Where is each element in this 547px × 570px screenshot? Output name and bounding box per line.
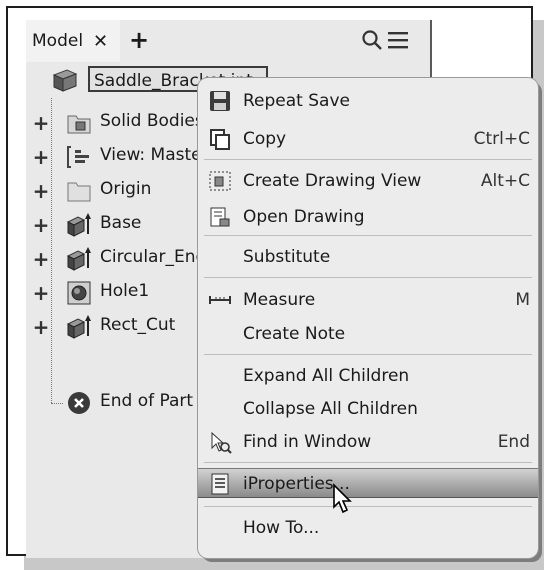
- add-tab-icon[interactable]: +: [129, 26, 149, 54]
- menu-separator: [204, 277, 532, 278]
- menu-separator: [204, 506, 532, 507]
- tree-item-label: Circular_End: [100, 247, 207, 267]
- browser-header: Model ✕ +: [26, 20, 430, 62]
- tree-item-label: Origin: [100, 179, 152, 199]
- menu-item-create-note[interactable]: Create Note: [198, 319, 538, 349]
- tab-model-label: Model: [32, 31, 84, 51]
- menu-item-find-in-window[interactable]: Find in Window End: [198, 427, 538, 457]
- expand-icon[interactable]: +: [32, 281, 50, 305]
- end-of-part-icon: [68, 392, 90, 414]
- screenshot-frame: Model ✕ + Saddle_Bracket.ipt + Solid Bod…: [6, 6, 538, 558]
- save-icon: [210, 91, 230, 111]
- expand-icon[interactable]: +: [32, 315, 50, 339]
- menu-item-label: Expand All Children: [243, 366, 410, 386]
- extrusion-icon: [66, 247, 91, 271]
- menu-item-shortcut: M: [515, 290, 530, 310]
- menu-item-label: Open Drawing: [243, 207, 365, 227]
- copy-icon: [210, 129, 230, 150]
- extrusion-icon: [66, 213, 91, 237]
- menu-item-shortcut: Alt+C: [480, 171, 530, 191]
- menu-separator: [204, 235, 532, 236]
- menu-item-label: Collapse All Children: [243, 399, 418, 419]
- tree-item-label: Hole1: [100, 281, 150, 301]
- hamburger-menu-icon[interactable]: [387, 29, 409, 51]
- menu-item-iproperties[interactable]: iProperties...: [198, 468, 538, 498]
- expand-icon[interactable]: +: [32, 111, 50, 135]
- mouse-pointer-icon: [333, 483, 352, 514]
- search-icon[interactable]: [361, 29, 383, 51]
- open-drawing-icon: [210, 207, 230, 227]
- expand-icon[interactable]: +: [32, 179, 50, 203]
- menu-item-label: Measure: [243, 290, 316, 310]
- measure-icon: [209, 296, 231, 304]
- view-icon: [67, 146, 89, 168]
- menu-item-repeat-save[interactable]: Repeat Save: [198, 86, 538, 116]
- menu-separator: [204, 462, 532, 463]
- find-in-window-icon: [211, 431, 232, 454]
- menu-item-expand-all-children[interactable]: Expand All Children: [198, 361, 538, 391]
- part-icon: [52, 69, 78, 92]
- menu-item-label: Copy: [243, 129, 287, 149]
- tree-item-label: View: Master: [100, 145, 209, 165]
- menu-separator: [204, 354, 532, 355]
- menu-item-how-to[interactable]: How To...: [198, 513, 538, 543]
- tree-item-label: End of Part: [100, 391, 194, 411]
- expand-icon[interactable]: +: [32, 247, 50, 271]
- tree-item-label: Base: [100, 213, 142, 233]
- folder-icon: [67, 182, 91, 202]
- tree-item-label: Rect_Cut: [100, 315, 176, 335]
- menu-item-collapse-all-children[interactable]: Collapse All Children: [198, 394, 538, 424]
- menu-item-shortcut: End: [497, 432, 530, 452]
- menu-item-label: Substitute: [243, 247, 331, 267]
- expand-icon[interactable]: +: [32, 145, 50, 169]
- menu-item-label: Create Note: [243, 324, 346, 344]
- drawing-view-icon: [209, 171, 231, 191]
- menu-separator: [204, 159, 532, 160]
- menu-item-label: Create Drawing View: [243, 171, 422, 191]
- menu-item-create-drawing-view[interactable]: Create Drawing View Alt+C: [198, 166, 538, 196]
- menu-item-label: How To...: [243, 518, 320, 538]
- menu-item-copy[interactable]: Copy Ctrl+C: [198, 124, 538, 154]
- tab-model[interactable]: Model ✕: [26, 20, 120, 62]
- menu-item-label: Repeat Save: [243, 91, 350, 111]
- solid-bodies-folder-icon: [67, 115, 91, 134]
- menu-item-label: Find in Window: [243, 432, 372, 452]
- menu-item-substitute[interactable]: Substitute: [198, 242, 538, 272]
- context-menu: Repeat Save Copy Ctrl+C Create Drawing V…: [198, 78, 538, 558]
- extrusion-icon: [66, 315, 91, 339]
- menu-item-shortcut: Ctrl+C: [473, 129, 530, 149]
- close-icon[interactable]: ✕: [93, 31, 108, 52]
- expand-icon[interactable]: +: [32, 213, 50, 237]
- hole-icon: [67, 281, 91, 305]
- menu-item-measure[interactable]: Measure M: [198, 285, 538, 315]
- iproperties-icon: [211, 473, 229, 495]
- menu-item-open-drawing[interactable]: Open Drawing: [198, 202, 538, 232]
